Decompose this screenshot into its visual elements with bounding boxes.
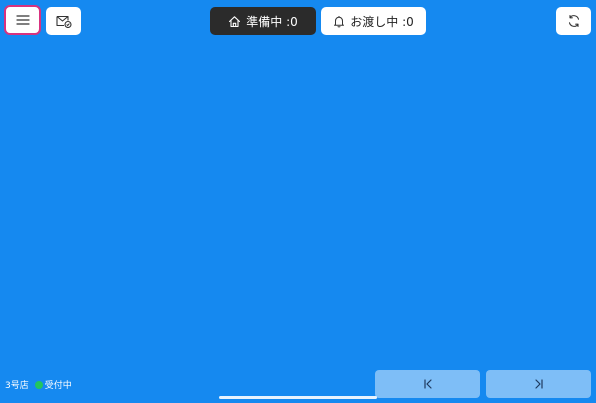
home-icon: [228, 15, 241, 28]
store-status: 3号店 受付中: [5, 378, 72, 391]
preparing-label: 準備中 :0: [246, 14, 298, 29]
handing-over-button[interactable]: お渡し中 :0: [321, 7, 426, 35]
menu-button[interactable]: [4, 5, 41, 35]
refresh-button[interactable]: [556, 7, 591, 35]
preparing-button[interactable]: 準備中 :0: [210, 7, 316, 35]
skip-to-last-icon: [533, 378, 545, 390]
first-page-button[interactable]: [375, 370, 480, 398]
skip-to-first-icon: [422, 378, 434, 390]
store-name: 3号店: [5, 381, 29, 391]
hamburger-menu-icon: [15, 14, 30, 26]
home-indicator-bar[interactable]: [219, 396, 377, 399]
status-label: 受付中: [44, 381, 72, 391]
bell-icon: [333, 15, 345, 28]
mail-settings-button[interactable]: [46, 7, 81, 35]
status-indicator-dot: [34, 380, 43, 389]
mail-settings-icon: [55, 14, 73, 28]
last-page-button[interactable]: [486, 370, 591, 398]
handing-over-label: お渡し中 :0: [350, 14, 414, 29]
refresh-icon: [567, 14, 581, 28]
